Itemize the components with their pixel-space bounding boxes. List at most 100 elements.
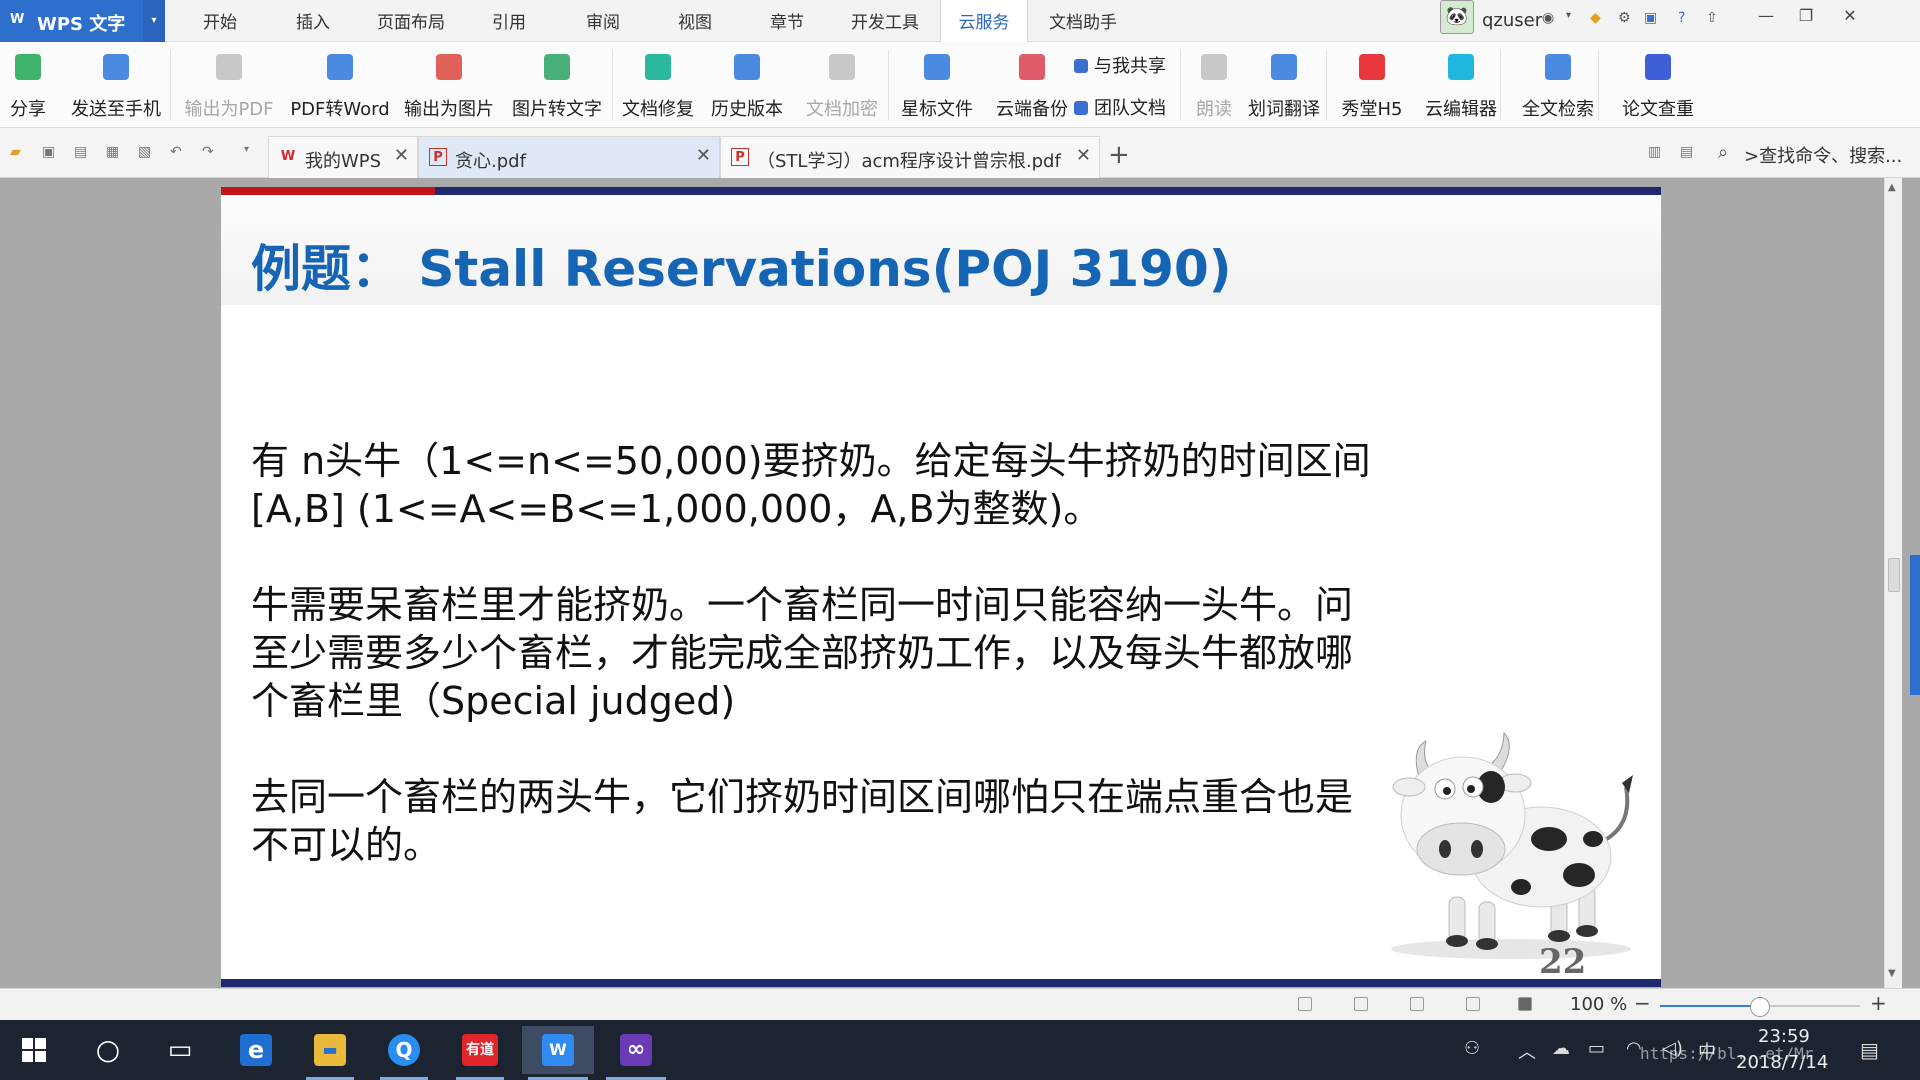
battery-icon[interactable]: ▭ [1588, 1038, 1605, 1059]
cow-illustration [1391, 731, 1633, 959]
taskbar-app-qq-browser[interactable]: Q [374, 1026, 434, 1080]
zoom-slider-knob[interactable] [1750, 997, 1770, 1017]
save-as-icon[interactable]: ▤ [74, 144, 87, 160]
collapse-ribbon-icon[interactable]: ⇧ [1706, 10, 1718, 26]
ribbon-button[interactable]: 星标文件 [892, 42, 982, 128]
help-icon[interactable]: ? [1678, 10, 1685, 26]
avatar[interactable]: 🐼 [1440, 0, 1474, 34]
vertical-scrollbar[interactable]: ▲ ▼ [1884, 178, 1902, 988]
close-icon[interactable]: ✕ [394, 145, 409, 166]
redo-icon[interactable]: ↷ [202, 144, 214, 160]
tab-my-wps[interactable]: W 我的WPS ✕ [268, 136, 418, 178]
taskbar-app-wps[interactable]: W [522, 1026, 594, 1080]
folder-icon: ▬ [314, 1034, 346, 1066]
zoom-level[interactable]: 100 % [1570, 994, 1627, 1015]
fit-page-icon[interactable] [1298, 997, 1312, 1011]
undo-icon[interactable]: ↶ [170, 144, 182, 160]
tab-developer[interactable]: 开发工具 [842, 0, 928, 42]
tab-insert[interactable]: 插入 [282, 0, 344, 42]
zoom-out-button[interactable]: − [1634, 991, 1651, 1015]
reading-mode-icon[interactable] [1466, 997, 1480, 1011]
app-menu-button[interactable]: W WPS 文字 ▾ [0, 0, 165, 42]
ribbon-button[interactable]: 秀堂H5 [1330, 42, 1414, 128]
pdf-file-icon: P [731, 148, 749, 166]
close-icon[interactable]: ✕ [1830, 6, 1870, 25]
notification-icon[interactable]: ▤ [1860, 1038, 1879, 1062]
chevron-down-icon[interactable]: ▾ [1566, 10, 1571, 21]
print-preview-icon[interactable]: ▧ [138, 144, 151, 160]
ribbon-button[interactable]: 分享 [0, 42, 56, 128]
restore-icon[interactable]: ❐ [1786, 6, 1826, 25]
ribbon-button[interactable]: 论文查重 [1608, 42, 1708, 128]
chevron-down-icon[interactable]: ▾ [143, 0, 165, 42]
ribbon-button[interactable]: 输出为图片 [398, 42, 500, 128]
close-icon[interactable]: ✕ [1076, 145, 1091, 166]
ribbon-button[interactable]: 朗读 [1188, 42, 1240, 128]
command-search-input[interactable]: >查找命令、搜索... [1744, 142, 1902, 168]
ribbon-small-button-label: 团队文档 [1094, 98, 1166, 119]
cortana-button[interactable]: ○ [78, 1026, 138, 1074]
tab-doc-assistant[interactable]: 文档助手 [1040, 0, 1126, 42]
scroll-down-icon[interactable]: ▼ [1888, 968, 1896, 979]
chevron-up-icon[interactable]: ︿ [1518, 1038, 1536, 1064]
ribbon-button[interactable]: 云编辑器 [1414, 42, 1508, 128]
tab-section[interactable]: 章节 [756, 0, 818, 42]
task-view-icon: ▭ [167, 1035, 193, 1065]
ribbon-button[interactable]: 划词翻译 [1240, 42, 1328, 128]
ribbon-button[interactable]: 全文检索 [1508, 42, 1608, 128]
close-icon[interactable]: ✕ [696, 145, 711, 166]
ribbon-button[interactable]: PDF转Word [282, 42, 398, 128]
slide-body: 有 n头牛（1<=n<=50,000)要挤奶。给定每头牛挤奶的时间区间[A,B]… [251, 437, 1381, 917]
open-icon[interactable]: ▰ [10, 144, 21, 160]
taskbar-app-visual-studio[interactable]: ∞ [600, 1026, 672, 1080]
scroll-up-icon[interactable]: ▲ [1888, 182, 1896, 193]
tab-stl-pdf[interactable]: P （STL学习）acm程序设计曾宗根.pdf ✕ [720, 136, 1100, 178]
menu-bar: W WPS 文字 ▾ 开始 插入 页面布局 引用 审阅 视图 章节 开发工具 云… [0, 0, 1920, 43]
ribbon-button[interactable]: 文档修复 [614, 42, 702, 128]
ribbon-button[interactable]: 图片转文字 [500, 42, 614, 128]
people-icon[interactable]: ⚇ [1464, 1038, 1480, 1059]
ribbon-button-label: 星标文件 [901, 99, 973, 120]
view-options-icon[interactable] [1518, 997, 1532, 1011]
print-icon[interactable]: ▦ [106, 144, 119, 160]
tab-review[interactable]: 审阅 [572, 0, 634, 42]
taskbar-app-file-explorer[interactable]: ▬ [300, 1026, 360, 1080]
share-out-icon[interactable]: ▣ [1644, 10, 1657, 26]
tab-start[interactable]: 开始 [186, 0, 254, 42]
ribbon-small-button[interactable]: 与我共享 [1074, 52, 1166, 78]
encrypt-icon [829, 54, 855, 80]
tab-view[interactable]: 视图 [664, 0, 726, 42]
side-panel-toggle[interactable] [1910, 555, 1920, 695]
pin-icon[interactable]: ▥ [1648, 144, 1661, 160]
tab-cloud-service[interactable]: 云服务 [940, 0, 1028, 43]
ribbon-button[interactable]: 云端备份 [982, 42, 1082, 128]
ribbon-small-button[interactable]: 团队文档 [1074, 94, 1166, 120]
save-icon[interactable]: ▣ [42, 144, 55, 160]
paper-check-icon [1645, 54, 1671, 80]
vip-badge-icon[interactable]: ◉ [1542, 10, 1554, 26]
ribbon-button[interactable]: 历史版本 [702, 42, 792, 128]
minimize-icon[interactable]: — [1746, 6, 1786, 25]
ribbon-button[interactable]: 发送至手机 [56, 42, 176, 128]
scrollbar-thumb[interactable] [1888, 558, 1900, 592]
tab-list-icon[interactable]: ▤ [1680, 144, 1693, 160]
new-tab-button[interactable]: + [1108, 140, 1130, 170]
start-button[interactable] [4, 1026, 64, 1074]
username[interactable]: qzuser [1482, 10, 1542, 31]
ribbon-button[interactable]: 输出为PDF [176, 42, 282, 128]
taskbar-app-edge[interactable]: e [226, 1026, 286, 1074]
skin-icon[interactable]: ◆ [1590, 10, 1601, 26]
zoom-in-button[interactable]: + [1870, 991, 1887, 1015]
settings-icon[interactable]: ⚙ [1618, 10, 1631, 26]
tab-page-layout[interactable]: 页面布局 [368, 0, 454, 42]
ribbon-button-label: 云端备份 [996, 99, 1068, 120]
tab-references[interactable]: 引用 [478, 0, 540, 42]
single-page-icon[interactable] [1354, 997, 1368, 1011]
task-view-button[interactable]: ▭ [150, 1026, 210, 1074]
continuous-page-icon[interactable] [1410, 997, 1424, 1011]
tab-greedy-pdf[interactable]: P 贪心.pdf ✕ [418, 136, 720, 178]
ribbon-button[interactable]: 文档加密 [792, 42, 892, 128]
chevron-down-icon[interactable]: ▾ [244, 144, 249, 155]
cloud-icon[interactable]: ☁ [1552, 1038, 1570, 1059]
taskbar-app-youdao[interactable]: 有道 [450, 1026, 510, 1080]
